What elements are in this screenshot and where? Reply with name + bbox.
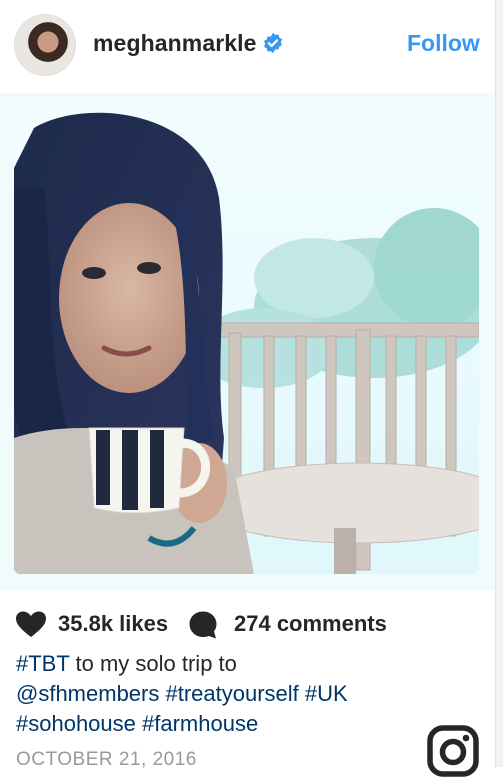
hashtag-link[interactable]: #TBT xyxy=(16,651,69,676)
caption-line-2: @sfhmembers #treatyourself #UK xyxy=(16,679,436,709)
caption-text: to my solo trip to xyxy=(69,651,237,676)
post-photo[interactable] xyxy=(14,108,479,574)
follow-button[interactable]: Follow xyxy=(407,30,480,57)
mention-link[interactable]: @sfhmembers xyxy=(16,681,159,706)
page-edge xyxy=(496,0,503,767)
avatar[interactable] xyxy=(15,15,75,75)
hashtag-link[interactable]: #farmhouse xyxy=(142,711,258,736)
hashtag-link[interactable]: #UK xyxy=(305,681,348,706)
comment-icon[interactable] xyxy=(188,610,218,640)
post-caption: #TBT to my solo trip to @sfhmembers #tre… xyxy=(16,649,436,739)
post-date: OCTOBER 21, 2016 xyxy=(16,749,197,770)
caption-line-3: #sohohouse #farmhouse xyxy=(16,709,436,739)
verified-badge-icon xyxy=(264,32,282,54)
post-header: meghanmarkle Follow xyxy=(0,0,495,93)
post-photo-illustration xyxy=(14,108,479,574)
heart-icon[interactable] xyxy=(16,611,46,638)
likes-count[interactable]: 35.8k likes xyxy=(58,611,168,637)
instagram-logo-icon[interactable] xyxy=(427,725,479,777)
hashtag-link[interactable]: #sohohouse xyxy=(16,711,136,736)
comments-count[interactable]: 274 comments xyxy=(234,611,387,637)
caption-line-1: #TBT to my solo trip to xyxy=(16,649,436,679)
hashtag-link[interactable]: #treatyourself xyxy=(166,681,299,706)
username[interactable]: meghanmarkle xyxy=(93,30,257,57)
